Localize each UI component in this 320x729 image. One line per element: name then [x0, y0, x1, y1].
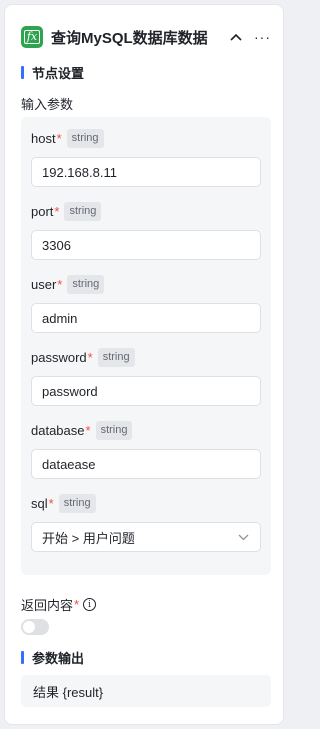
node-settings-title: 节点设置 [21, 63, 84, 82]
input-params-label: 输入参数 [21, 97, 74, 112]
required-mark: * [74, 597, 80, 612]
sql-select[interactable]: 开始 > 用户问题 [31, 522, 261, 552]
database-input[interactable]: dataease [31, 449, 261, 479]
function-icon-text: fx [23, 30, 41, 44]
function-icon: fx [21, 26, 43, 48]
port-value: 3306 [42, 237, 71, 253]
user-value: admin [42, 310, 78, 326]
param-host: host * string 192.168.8.11 [31, 127, 261, 187]
type-tag: string [95, 420, 133, 440]
param-label: user [31, 276, 57, 292]
node-panel: fx 查询MySQL数据库数据 ··· 节点设置 输入参数 host * stri… [4, 4, 284, 725]
section-accent-bar [21, 66, 24, 79]
input-params-box: host * string 192.168.8.11 port * string 3… [21, 117, 271, 575]
param-label: port [31, 203, 54, 219]
chevron-down-icon [238, 531, 250, 543]
output-result: 结果 {result} [21, 675, 271, 707]
node-header: fx 查询MySQL数据库数据 ··· [21, 23, 271, 51]
param-user: user * string admin [31, 273, 261, 333]
sql-value: 开始 > 用户问题 [42, 530, 135, 546]
info-icon[interactable]: i [83, 598, 97, 611]
section-accent-bar [21, 651, 24, 664]
type-tag: string [67, 274, 105, 294]
type-tag: string [66, 128, 104, 148]
type-tag: string [58, 493, 96, 513]
required-mark: * [54, 203, 60, 219]
output-params-label: 参数输出 [32, 651, 85, 666]
return-content-row: 返回内容 * i [21, 595, 97, 614]
param-label: database [31, 422, 85, 438]
return-content-toggle[interactable] [21, 619, 49, 635]
required-mark: * [85, 422, 91, 438]
node-settings-label: 节点设置 [32, 66, 85, 81]
required-mark: * [56, 130, 62, 146]
param-label: host [31, 130, 56, 146]
chevron-up-icon[interactable] [228, 29, 244, 45]
output-result-text: 结果 {result} [33, 684, 104, 700]
node-title: 查询MySQL数据库数据 [51, 29, 208, 47]
return-content-label: 返回内容 [21, 598, 74, 613]
param-label: password [31, 349, 87, 365]
param-label: sql [31, 495, 48, 511]
required-mark: * [87, 349, 93, 365]
required-mark: * [57, 276, 63, 292]
param-port: port * string 3306 [31, 200, 261, 260]
type-tag: string [97, 347, 135, 367]
host-input[interactable]: 192.168.8.11 [31, 157, 261, 187]
param-database: database * string dataease [31, 419, 261, 479]
user-input[interactable]: admin [31, 303, 261, 333]
type-tag: string [64, 201, 102, 221]
param-password: password * string password [31, 346, 261, 406]
param-sql: sql * string 开始 > 用户问题 [31, 492, 261, 552]
required-mark: * [48, 495, 54, 511]
more-icon[interactable]: ··· [254, 30, 271, 44]
host-value: 192.168.8.11 [42, 164, 117, 180]
password-input[interactable]: password [31, 376, 261, 406]
port-input[interactable]: 3306 [31, 230, 261, 260]
database-value: dataease [42, 456, 96, 472]
toggle-knob [23, 621, 35, 633]
password-value: password [42, 383, 98, 399]
output-params-title: 参数输出 [21, 648, 84, 667]
